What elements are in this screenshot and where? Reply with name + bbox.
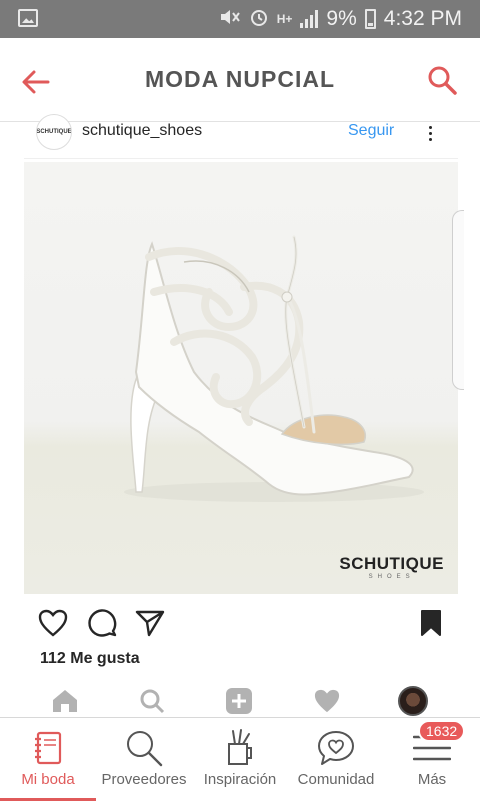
battery-percent: 9% — [326, 7, 357, 30]
brand-name: SCHUTIQUE — [339, 554, 444, 573]
notification-badge: 1632 — [418, 720, 466, 742]
home-icon — [48, 684, 82, 718]
chat-heart-icon — [318, 731, 354, 765]
tab-label: Proveedores — [101, 771, 187, 788]
inspiration-icon — [228, 729, 252, 765]
battery-icon — [364, 9, 376, 29]
search-button[interactable] — [422, 60, 462, 100]
clock: 4:32 PM — [383, 7, 462, 30]
signal-icon — [300, 10, 319, 28]
follow-link[interactable]: Seguir — [348, 122, 394, 140]
page-title: MODA NUPCIAL — [144, 66, 336, 92]
avatar-text: SCHUTIQUE — [36, 129, 72, 135]
divider — [24, 158, 458, 159]
search-icon — [127, 731, 163, 767]
gallery-notification-icon — [18, 9, 38, 27]
post-image[interactable]: SCHUTIQUE SHOES — [24, 162, 458, 594]
post-actions — [24, 606, 458, 642]
send-icon — [135, 610, 165, 637]
brand-watermark: SCHUTIQUE SHOES — [339, 554, 444, 580]
notebook-icon — [35, 731, 62, 765]
post-username[interactable]: schutique_shoes — [82, 122, 202, 140]
save-button[interactable] — [414, 606, 448, 640]
like-count: 112 Me gusta — [40, 650, 140, 667]
brand-sub: SHOES — [368, 574, 415, 580]
heart-icon — [310, 684, 344, 718]
network-type-icon: H+ — [276, 12, 293, 26]
shoe-illustration — [124, 235, 424, 502]
tab-label: Inspiración — [203, 771, 277, 788]
tab-mi-boda[interactable]: Mi boda — [0, 718, 96, 801]
bookmark-icon — [421, 610, 441, 636]
search-icon — [135, 684, 169, 718]
mute-icon — [219, 8, 241, 31]
tab-inspiracion[interactable]: Inspiración — [192, 718, 288, 801]
share-button[interactable] — [133, 606, 167, 640]
alarm-icon — [249, 7, 269, 32]
app-bar: MODA NUPCIAL — [0, 38, 480, 122]
more-options-icon[interactable] — [424, 124, 436, 144]
embedded-nav — [24, 680, 458, 720]
tab-comunidad[interactable]: Comunidad — [288, 718, 384, 801]
search-icon — [428, 66, 457, 95]
like-button[interactable] — [36, 606, 70, 640]
heart-icon — [38, 609, 68, 637]
status-bar: H+ 9% 4:32 PM — [0, 0, 480, 38]
status-indicators: H+ 9% 4:32 PM — [219, 0, 462, 38]
comment-icon — [88, 609, 117, 637]
tab-proveedores[interactable]: Proveedores — [96, 718, 192, 801]
tab-label: Comunidad — [297, 771, 375, 788]
tab-label: Mi boda — [21, 771, 75, 788]
side-panel-handle[interactable] — [452, 210, 464, 390]
bottom-navigation: Mi boda Proveedores Inspiración Comunida… — [0, 717, 480, 801]
tab-label: Más — [417, 771, 447, 788]
comment-button[interactable] — [85, 606, 119, 640]
add-icon — [222, 684, 256, 718]
post-avatar[interactable]: SCHUTIQUE — [36, 114, 72, 150]
profile-avatar — [398, 686, 428, 716]
post-header: SCHUTIQUE schutique_shoes Seguir — [0, 114, 480, 160]
